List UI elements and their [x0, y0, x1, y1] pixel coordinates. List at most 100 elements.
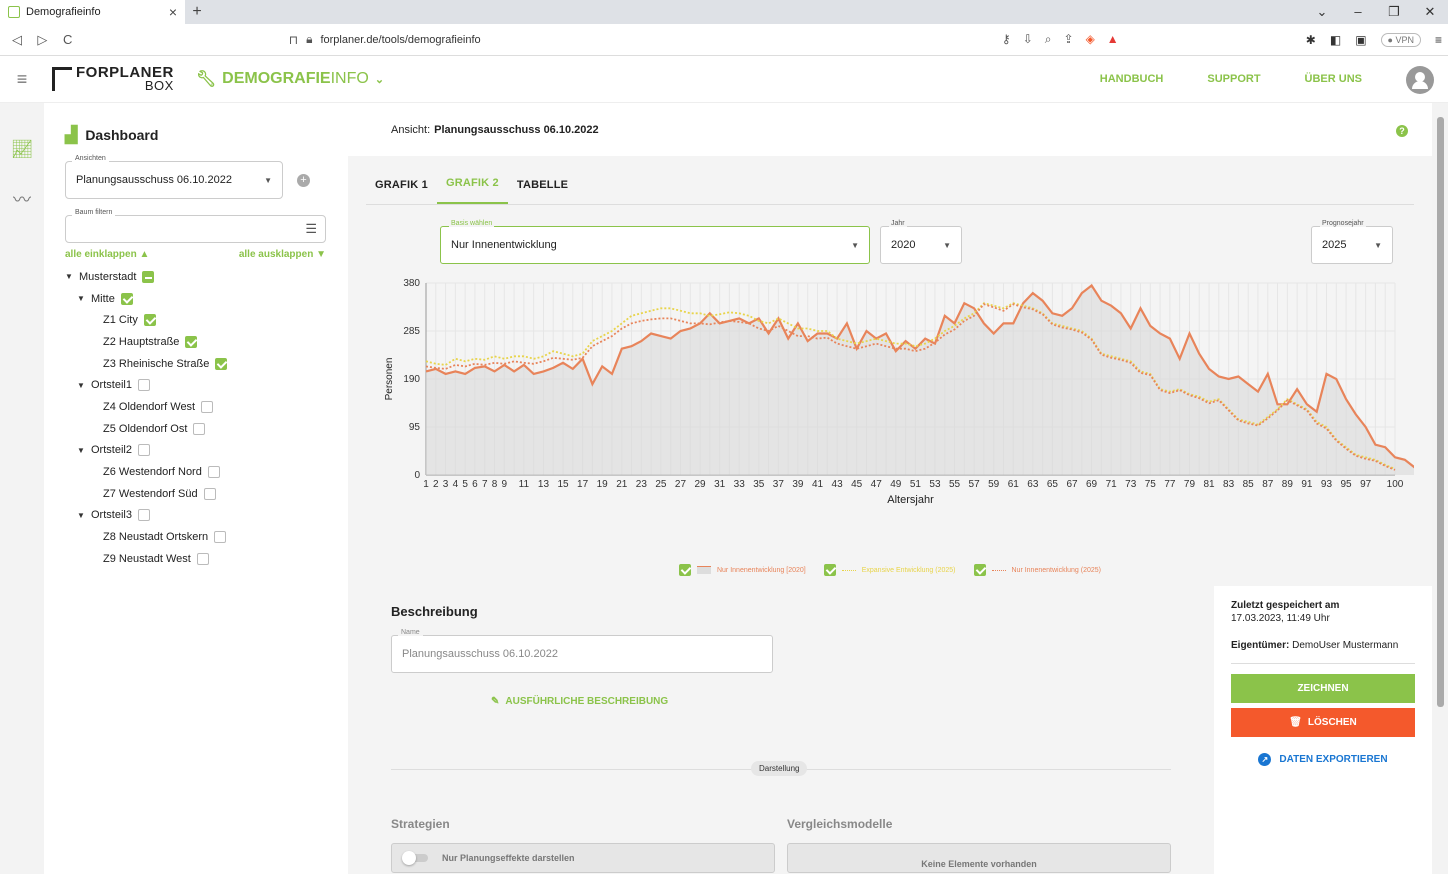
tree-node-checkbox[interactable] — [137, 444, 150, 457]
caret-down-icon[interactable]: ▼ — [77, 294, 85, 303]
brave-shield-icon[interactable]: ◈ — [1086, 32, 1095, 47]
long-description-link[interactable]: ✎ AUSFÜHRLICHE BESCHREIBUNG — [491, 696, 1171, 707]
view-prefix: Ansicht: — [391, 123, 431, 136]
restore-button[interactable]: ❐ — [1376, 0, 1412, 24]
tree-node[interactable]: Z9 Neustadt West — [65, 548, 326, 570]
tree-node-checkbox[interactable] — [143, 314, 156, 327]
install-icon[interactable]: ⇩ — [1023, 32, 1033, 47]
prognose-select[interactable]: Prognosejahr 2025 ▼ — [1311, 220, 1393, 264]
hamburger-menu-icon[interactable]: ≡ — [0, 69, 44, 90]
url-text[interactable]: forplaner.de/tools/demografieinfo — [320, 34, 480, 46]
tree-node[interactable]: ▼ Ortsteil2 — [65, 440, 326, 462]
tree-node[interactable]: ▼ Mitte — [65, 288, 326, 310]
tab-grafik-2[interactable]: GRAFIK 2 — [436, 177, 508, 204]
tree-node-checkbox[interactable] — [203, 487, 216, 500]
export-link[interactable]: ↗ DATEN EXPORTIEREN — [1231, 753, 1415, 766]
nav-support[interactable]: SUPPORT — [1207, 73, 1260, 85]
name-input[interactable]: Name Planungsausschuss 06.10.2022 — [391, 629, 773, 673]
x-tick-label: 23 — [636, 479, 648, 490]
caret-down-icon[interactable]: ▼ — [65, 272, 73, 281]
tree-node[interactable]: Z5 Oldendorf Ost — [65, 418, 326, 440]
key-icon[interactable]: ⚷ — [1002, 32, 1011, 47]
browser-toolbar: ✱ ◧ ▣ ● VPN ≡ — [1306, 32, 1442, 47]
sidebar-icon[interactable]: ◧ — [1330, 33, 1341, 47]
delete-button[interactable]: 🗑︎ LÖSCHEN — [1231, 708, 1415, 737]
tree-node[interactable]: Z7 Westendorf Süd — [65, 483, 326, 505]
extensions-icon[interactable]: ✱ — [1306, 33, 1316, 47]
back-icon[interactable]: ◁ — [6, 32, 28, 48]
tree-node[interactable]: Z3 Rheinische Straße — [65, 353, 326, 375]
filter-icon[interactable]: ☰ — [305, 221, 317, 237]
trend-icon[interactable]: 〰 — [0, 179, 44, 219]
tree-node-checkbox[interactable] — [215, 357, 228, 370]
tree-node-checkbox[interactable] — [142, 270, 155, 283]
basis-select[interactable]: Basis wählen Nur Innenentwicklung ▼ — [440, 220, 870, 264]
legend-checkbox[interactable] — [678, 564, 691, 576]
tree-node-checkbox[interactable] — [214, 531, 227, 544]
help-icon[interactable]: ? — [1396, 125, 1408, 137]
meta-panel: Zuletzt gespeichert am 17.03.2023, 11:49… — [1214, 586, 1432, 874]
tree-node[interactable]: ▼ Ortsteil1 — [65, 374, 326, 396]
tree-node-checkbox[interactable] — [196, 552, 209, 565]
forward-icon[interactable]: ▷ — [31, 32, 53, 48]
address-actions: ⚷ ⇩ ⌕ ⇪ ◈ ▲ — [1002, 32, 1119, 47]
tree-node[interactable]: Z2 Hauptstraße — [65, 331, 326, 353]
vpn-button[interactable]: ● VPN — [1380, 32, 1421, 47]
scrollbar[interactable] — [1432, 103, 1448, 874]
browser-tab[interactable]: Demografieinfo × — [0, 0, 185, 24]
tab-tabelle[interactable]: TABELLE — [508, 179, 577, 204]
jahr-select[interactable]: Jahr 2020 ▼ — [880, 220, 962, 264]
tree-node-checkbox[interactable] — [137, 509, 150, 522]
collapse-all-link[interactable]: alle einklappen ▲ — [65, 249, 149, 260]
legend-checkbox[interactable] — [973, 564, 986, 576]
strategies-toggle-row[interactable]: Nur Planungseffekte darstellen — [391, 843, 775, 873]
dashboard-chart-icon[interactable]: 📈︎ — [0, 129, 44, 169]
add-view-button[interactable]: + — [297, 173, 310, 187]
wallet-icon[interactable]: ▣ — [1355, 33, 1366, 47]
views-select[interactable]: Ansichten Planungsausschuss 06.10.2022 ▼ — [65, 155, 283, 199]
close-tab-icon[interactable]: × — [169, 4, 177, 20]
tree-node-checkbox[interactable] — [120, 292, 133, 305]
menu-icon[interactable]: ≡ — [1435, 33, 1442, 47]
tree-node[interactable]: ▼ Musterstadt — [65, 266, 326, 288]
draw-button[interactable]: ZEICHNEN — [1231, 674, 1415, 703]
caret-down-icon[interactable]: ▼ — [77, 446, 85, 455]
separator-chip: Darstellung — [751, 761, 808, 776]
bookmark-icon[interactable]: ⊓ — [289, 33, 298, 47]
tree-node[interactable]: Z8 Neustadt Ortskern — [65, 526, 326, 548]
forplaner-logo[interactable]: FORPLANER BOX — [52, 65, 174, 92]
toggle-switch[interactable] — [402, 851, 428, 865]
tree-node[interactable]: Z6 Westendorf Nord — [65, 461, 326, 483]
share-icon[interactable]: ⇪ — [1064, 32, 1074, 47]
expand-all-link[interactable]: alle ausklappen ▼ — [239, 249, 326, 260]
tree-node[interactable]: ▼ Ortsteil3 — [65, 505, 326, 527]
tree-node-checkbox[interactable] — [137, 379, 150, 392]
brave-rewards-icon[interactable]: ▲ — [1107, 32, 1119, 47]
minimize-button[interactable]: – — [1340, 0, 1376, 24]
caret-down-icon[interactable]: ▼ — [77, 511, 85, 520]
tree-node-checkbox[interactable] — [201, 400, 214, 413]
nav-ueber-uns[interactable]: ÜBER UNS — [1305, 73, 1362, 85]
tree-filter-input[interactable]: Baum filtern ☰ — [65, 209, 326, 243]
tab-search-icon[interactable]: ⌄ — [1304, 0, 1340, 24]
caret-down-icon[interactable]: ▼ — [77, 381, 85, 390]
close-window-button[interactable]: ✕ — [1412, 0, 1448, 24]
avatar[interactable] — [1406, 66, 1434, 94]
nav-handbuch[interactable]: HANDBUCH — [1100, 73, 1164, 85]
tab-grafik-1[interactable]: GRAFIK 1 — [366, 179, 437, 204]
legend-checkbox[interactable] — [823, 564, 836, 576]
tree-node-checkbox[interactable] — [185, 335, 198, 348]
tree-node-checkbox[interactable] — [207, 466, 220, 479]
app-switcher[interactable]: 🔧︎ DEMOGRAFIEINFO ⌄ — [196, 69, 384, 89]
tree-node[interactable]: Z1 City — [65, 309, 326, 331]
tree-node-checkbox[interactable] — [193, 422, 206, 435]
basis-label: Basis wählen — [449, 220, 495, 227]
address-bar[interactable]: ⊓ 🔒︎ forplaner.de/tools/demografieinfo ⚷… — [289, 28, 1119, 52]
zoom-icon[interactable]: ⌕ — [1045, 32, 1052, 47]
scrollbar-thumb[interactable] — [1437, 117, 1444, 707]
reload-icon[interactable]: C — [57, 32, 79, 47]
tree-node[interactable]: Z4 Oldendorf West — [65, 396, 326, 418]
x-tick-label: 93 — [1321, 479, 1333, 490]
new-tab-button[interactable]: + — [185, 0, 209, 24]
x-tick-label: 63 — [1027, 479, 1039, 490]
